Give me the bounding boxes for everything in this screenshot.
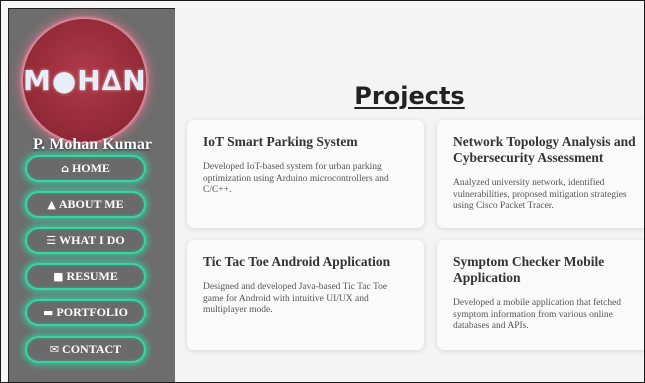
list-icon: ☰ [46, 234, 57, 247]
nav-about-label: ABOUT ME [58, 197, 124, 211]
nav-contact-button[interactable]: ✉ CONTACT [25, 336, 146, 363]
nav-about-button[interactable]: ▲ ABOUT ME [25, 191, 146, 218]
logo: M●H∆N [23, 19, 146, 142]
project-title: Tic Tac Toe Android Application [203, 254, 391, 269]
sidebar: M●H∆N P. Mohan Kumar ⌂ HOME ▲ ABOUT ME ☰ WH… [8, 8, 175, 382]
nav-resume-button[interactable]: ■ RESUME [25, 263, 146, 290]
nav-what-i-do-button[interactable]: ☰ WHAT I DO [25, 227, 146, 254]
project-title: Network Topology Analysis and Cybersecur… [453, 134, 636, 165]
project-description: Developed a mobile application that fetc… [453, 298, 622, 331]
project-description: Developed IoT-based system for urban par… [203, 162, 389, 195]
page-title: Projects [354, 82, 465, 110]
browser-viewport: M●H∆N P. Mohan Kumar ⌂ HOME ▲ ABOUT ME ☰ WH… [0, 0, 645, 383]
profile-name: P. Mohan Kumar [33, 136, 152, 153]
project-description: Analyzed university network, identified … [453, 178, 627, 211]
project-card[interactable]: Tic Tac Toe Android Application Designed… [187, 240, 424, 350]
project-card[interactable]: Network Topology Analysis and Cybersecur… [437, 120, 644, 228]
home-icon: ⌂ [61, 162, 69, 175]
nav-portfolio-button[interactable]: ▬ PORTFOLIO [25, 299, 146, 326]
user-icon: ▲ [47, 198, 56, 211]
nav-what-i-do-label: WHAT I DO [59, 233, 125, 247]
envelope-icon: ✉ [49, 343, 60, 356]
project-title: Symptom Checker Mobile Application [453, 254, 605, 285]
project-card[interactable]: IoT Smart Parking System Developed IoT-b… [187, 120, 424, 228]
main-content: Projects IoT Smart Parking System Develo… [175, 8, 644, 382]
project-card[interactable]: Symptom Checker Mobile Application Devel… [437, 240, 644, 350]
folder-icon: ▬ [43, 306, 54, 319]
nav-portfolio-label: PORTFOLIO [56, 305, 128, 319]
nav-contact-label: CONTACT [62, 342, 122, 356]
nav-home-label: HOME [71, 161, 110, 175]
logo-text: M●H∆N [23, 64, 147, 97]
project-title: IoT Smart Parking System [203, 134, 358, 149]
nav-resume-label: RESUME [66, 269, 118, 283]
project-description: Designed and developed Java-based Tic Ta… [203, 282, 388, 315]
file-icon: ■ [53, 270, 64, 283]
nav-home-button[interactable]: ⌂ HOME [25, 155, 146, 182]
